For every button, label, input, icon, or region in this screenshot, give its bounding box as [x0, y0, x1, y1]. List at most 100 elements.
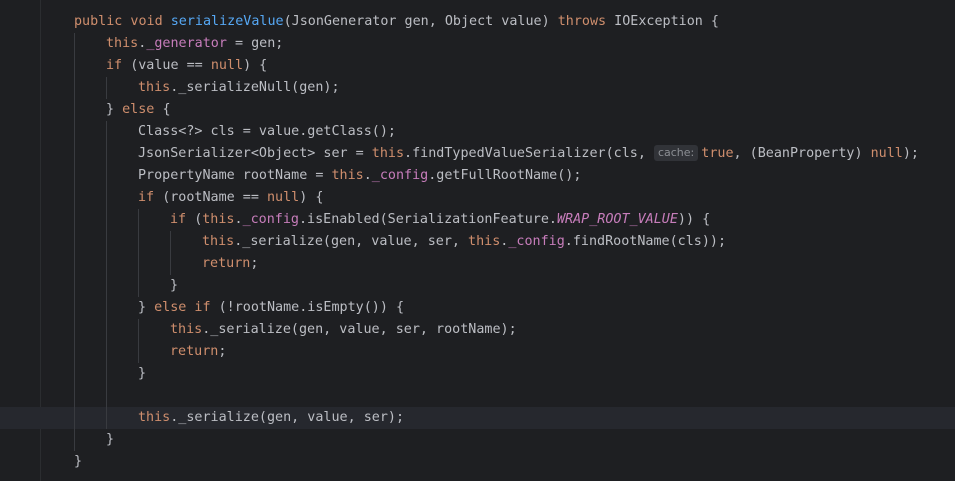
- indent-guide: [74, 253, 75, 275]
- code-token: = gen;: [226, 36, 284, 51]
- code-text: if (value == null) {: [106, 55, 267, 77]
- code-token: ;: [250, 256, 259, 271]
- code-line[interactable]: return;: [0, 341, 955, 363]
- code-token: , (BeanProperty): [733, 146, 871, 161]
- code-token: ._serialize(gen, value, ser, rootName);: [202, 322, 517, 337]
- parameter-hint: cache:: [653, 145, 699, 161]
- code-line[interactable]: this._serialize(gen, value, ser, this._c…: [0, 231, 955, 253]
- indent-guide: [106, 319, 107, 341]
- code-line[interactable]: if (rootName == null) {: [0, 187, 955, 209]
- indent-guide: [170, 231, 171, 253]
- code-text: this._serialize(gen, value, ser, this._c…: [202, 231, 726, 253]
- code-line[interactable]: this._serialize(gen, value, ser);: [0, 407, 955, 429]
- code-token: this: [371, 146, 405, 161]
- code-text: JsonSerializer<Object> ser = this.findTy…: [138, 143, 919, 165]
- code-line[interactable]: } else {: [0, 99, 955, 121]
- indent-guide: [74, 429, 75, 451]
- code-token: return: [170, 344, 219, 359]
- code-token: }: [106, 432, 115, 447]
- code-token: this: [106, 36, 139, 51]
- indent-guide: [74, 33, 75, 55]
- code-line[interactable]: PropertyName rootName = this._config.get…: [0, 165, 955, 187]
- code-token: }: [170, 278, 179, 293]
- code-line[interactable]: this._serialize(gen, value, ser, rootNam…: [0, 319, 955, 341]
- indent-guide: [74, 187, 75, 209]
- code-line[interactable]: this._serializeNull(gen);: [0, 77, 955, 99]
- code-token: (!rootName.isEmpty()) {: [218, 300, 405, 315]
- code-token: }: [138, 366, 147, 381]
- indent-guide: [106, 297, 107, 319]
- code-token: throws: [557, 14, 615, 29]
- code-token: this: [331, 168, 364, 183]
- indent-guide: [106, 77, 107, 99]
- code-text: }: [138, 363, 146, 385]
- indent-guide: [74, 165, 75, 187]
- indent-guide: [138, 231, 139, 253]
- indent-guide: [106, 341, 107, 363]
- code-token: _generator: [146, 36, 227, 51]
- code-line[interactable]: }: [0, 363, 955, 385]
- code-token: if: [106, 58, 131, 73]
- code-token: Class<?> cls = value.getClass();: [138, 124, 396, 139]
- code-text: this._generator = gen;: [106, 33, 283, 55]
- code-line[interactable]: if (value == null) {: [0, 55, 955, 77]
- code-token: this: [202, 234, 235, 249]
- indent-guide: [74, 341, 75, 363]
- code-text: public void serializeValue(JsonGenerator…: [74, 11, 719, 33]
- code-token: }: [74, 454, 83, 469]
- code-text: this._serialize(gen, value, ser);: [138, 407, 404, 429]
- code-token: null: [870, 146, 903, 161]
- indent-guide: [106, 143, 107, 165]
- code-token: }: [138, 300, 155, 315]
- code-text: this._serialize(gen, value, ser, rootNam…: [170, 319, 517, 341]
- code-token: IOException {: [614, 14, 719, 29]
- code-token: (rootName ==: [162, 190, 267, 205]
- code-token: else: [122, 102, 163, 117]
- code-text: }: [74, 451, 82, 473]
- code-line[interactable]: return;: [0, 253, 955, 275]
- code-text: if (this._config.isEnabled(Serialization…: [170, 209, 710, 231]
- code-token: {: [162, 102, 171, 117]
- code-line[interactable]: }: [0, 451, 955, 473]
- indent-guide: [74, 209, 75, 231]
- code-line[interactable]: this._generator = gen;: [0, 33, 955, 55]
- code-token: JsonSerializer<Object> ser =: [138, 146, 372, 161]
- code-line[interactable]: } else if (!rootName.isEmpty()) {: [0, 297, 955, 319]
- code-line[interactable]: }: [0, 429, 955, 451]
- code-token: )) {: [677, 212, 711, 227]
- code-token: ._serializeNull(gen);: [170, 80, 340, 95]
- code-token: null: [267, 190, 300, 205]
- code-token: else if: [154, 300, 219, 315]
- indent-guide: [106, 275, 107, 297]
- indent-guide: [74, 55, 75, 77]
- indent-guide: [74, 297, 75, 319]
- code-token: this: [138, 80, 171, 95]
- code-line[interactable]: public void serializeValue(JsonGenerator…: [0, 11, 955, 33]
- code-token: .: [363, 168, 372, 183]
- code-line[interactable]: Class<?> cls = value.getClass();: [0, 121, 955, 143]
- code-line[interactable]: JsonSerializer<Object> ser = this.findTy…: [0, 143, 955, 165]
- code-token: .findTypedValueSerializer(cls,: [404, 146, 654, 161]
- code-text: if (rootName == null) {: [138, 187, 323, 209]
- code-token: this: [468, 234, 501, 249]
- code-token: return: [202, 256, 251, 271]
- code-line[interactable]: if (this._config.isEnabled(Serialization…: [0, 209, 955, 231]
- code-token: ._serialize(gen, value, ser);: [170, 410, 405, 425]
- code-line[interactable]: }: [0, 275, 955, 297]
- code-text: }: [170, 275, 178, 297]
- code-token: ) {: [299, 190, 324, 205]
- code-token: );: [902, 146, 919, 161]
- code-editor[interactable]: public void serializeValue(JsonGenerator…: [0, 0, 955, 481]
- indent-guide: [74, 319, 75, 341]
- code-text: PropertyName rootName = this._config.get…: [138, 165, 581, 187]
- code-token: ;: [218, 344, 227, 359]
- code-token: public void: [74, 14, 171, 29]
- indent-guide: [74, 275, 75, 297]
- code-token: null: [210, 58, 244, 73]
- indent-guide: [106, 363, 107, 385]
- code-line[interactable]: [0, 385, 955, 407]
- indent-guide: [138, 341, 139, 363]
- code-token: WRAP_ROOT_VALUE: [556, 212, 678, 227]
- code-text: this._serializeNull(gen);: [138, 77, 340, 99]
- indent-guide: [106, 407, 107, 429]
